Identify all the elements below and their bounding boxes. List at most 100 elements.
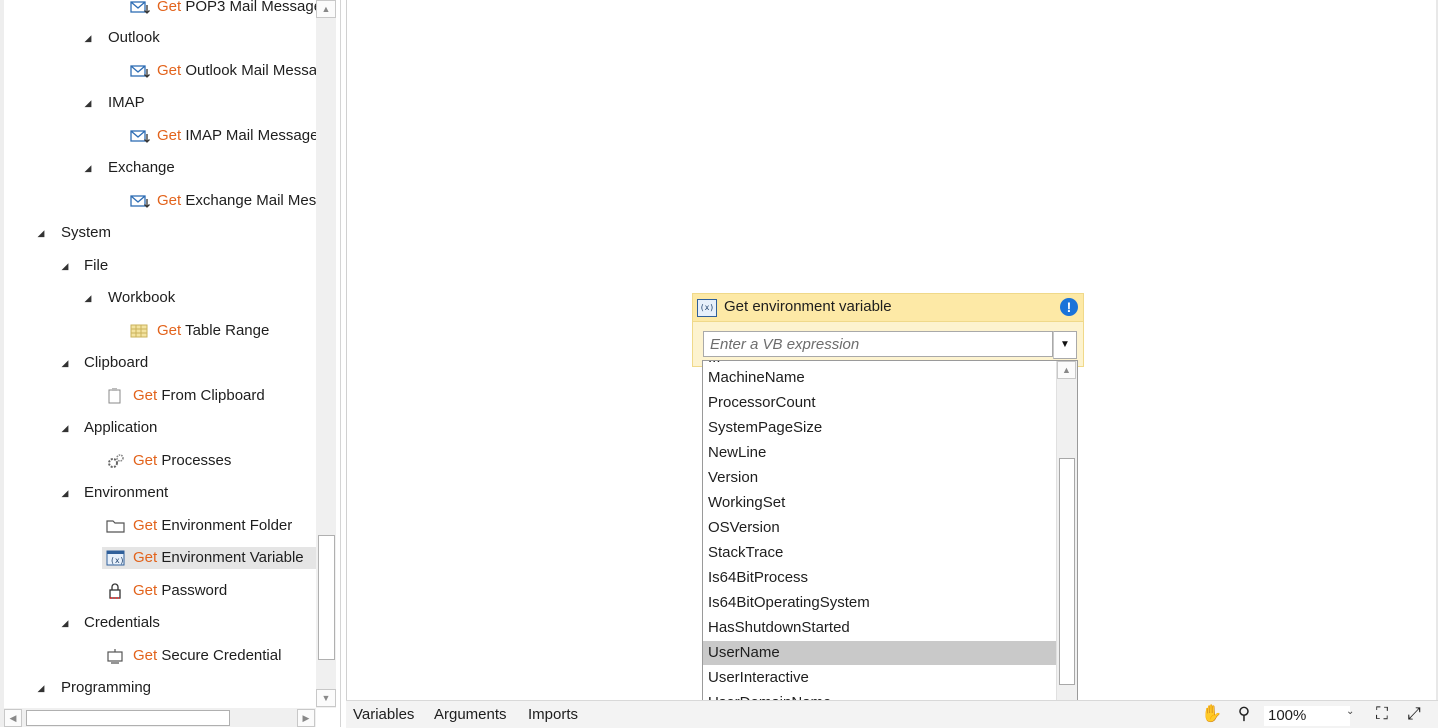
clipboard-icon — [106, 388, 126, 404]
expression-dropdown-button[interactable]: ▼ — [1053, 331, 1077, 359]
tree-item-text: Environment Variable — [161, 549, 304, 566]
tab-imports[interactable]: Imports — [528, 706, 578, 723]
tree-group-imap[interactable]: ◢ IMAP — [4, 92, 316, 114]
magnifier-icon[interactable]: ⚲ — [1234, 704, 1254, 724]
scroll-thumb[interactable] — [26, 710, 230, 726]
tree-item[interactable]: Get Exchange Mail Mess — [4, 190, 316, 212]
suggestion-item[interactable]: Version — [703, 466, 1056, 490]
tree-item-label: Get Password — [133, 580, 227, 602]
scroll-up-button[interactable]: ▲ — [316, 0, 336, 18]
suggestion-item[interactable]: ProcessorCount — [703, 391, 1056, 415]
mail-download-icon — [130, 63, 150, 79]
tree-item-label: Clipboard — [84, 354, 149, 371]
tree-item[interactable]: Get Secure Credential — [4, 645, 316, 667]
tree-item-label: Get Outlook Mail Messa — [157, 60, 316, 82]
scroll-thumb[interactable] — [1059, 458, 1075, 685]
activities-tree: Get POP3 Mail Messages ◢ Outlook Get Outloo… — [4, 0, 316, 708]
get-prefix: Get — [133, 582, 158, 599]
tree-item-label: Get Processes — [133, 450, 231, 472]
tree-item-label: Get Secure Credential — [133, 645, 281, 667]
tree-item-text: Table Range — [185, 322, 270, 339]
tree-item[interactable]: Get Password — [4, 580, 316, 602]
zoom-level-select[interactable]: 100% — [1264, 706, 1350, 726]
hand-pan-icon[interactable]: ✋ — [1201, 704, 1222, 724]
suggestion-item[interactable]: MachineName — [703, 366, 1056, 390]
tree-group-file[interactable]: ◢ File — [4, 255, 316, 277]
get-prefix: Get — [157, 192, 182, 209]
fullscreen-icon[interactable]: ⤢ — [1404, 704, 1424, 724]
tab-arguments[interactable]: Arguments — [434, 706, 507, 723]
vb-expression-input[interactable]: Enter a VB expression — [703, 331, 1053, 357]
collapse-caret-icon[interactable]: ◢ — [81, 287, 95, 309]
tree-group-workbook[interactable]: ◢ Workbook — [4, 287, 316, 309]
tree-item[interactable]: (x) Get Environment Variable — [102, 547, 316, 569]
validation-warning-icon[interactable]: ! — [1060, 298, 1078, 316]
tree-item-text: IMAP Mail Messages — [185, 127, 316, 144]
tree-item-label: Get Table Range — [157, 320, 269, 342]
chevron-down-icon[interactable]: ⌄ — [1346, 706, 1354, 717]
collapse-caret-icon[interactable]: ◢ — [81, 92, 95, 114]
fit-to-screen-icon[interactable]: ⛶ — [1372, 704, 1392, 724]
tree-item[interactable]: Get From Clipboard — [4, 385, 316, 407]
activities-panel: Get POP3 Mail Messages ◢ Outlook Get Outloo… — [0, 0, 341, 727]
suggestion-item[interactable]: SystemPageSize — [703, 416, 1056, 440]
tree-item-label: Credentials — [84, 614, 160, 631]
suggestion-item[interactable]: HasShutdownStarted — [703, 616, 1056, 640]
suggestion-item[interactable]: StackTrace — [703, 541, 1056, 565]
tree-item-label: Programming — [61, 679, 152, 696]
tree-item[interactable]: Get IMAP Mail Messages — [4, 125, 316, 147]
tab-variables[interactable]: Variables — [353, 706, 414, 723]
collapse-caret-icon[interactable]: ◢ — [81, 27, 95, 49]
tree-group-application[interactable]: ◢ Application — [4, 417, 316, 439]
collapse-caret-icon[interactable]: ◢ — [58, 482, 72, 504]
collapse-caret-icon[interactable]: ◢ — [58, 352, 72, 374]
tree-item[interactable]: Get POP3 Mail Messages — [4, 0, 316, 18]
get-prefix: Get — [133, 387, 158, 404]
tree-group-programming[interactable]: ◢ Programming — [4, 677, 316, 699]
collapse-caret-icon[interactable]: ◢ — [34, 677, 48, 699]
get-environment-variable-activity[interactable]: (x) Get environment variable ! Enter a V… — [692, 293, 1084, 367]
collapse-caret-icon[interactable]: ◢ — [81, 157, 95, 179]
scroll-right-button[interactable]: ▶ — [297, 709, 315, 727]
tree-item-text: From Clipboard — [161, 387, 265, 404]
table-range-icon — [130, 323, 150, 339]
suggestion-item[interactable]: Is64BitOperatingSystem — [703, 591, 1056, 615]
tree-group-environment[interactable]: ◢ Environment — [4, 482, 316, 504]
expression-suggestion-list[interactable]: ... MachineNameProcessorCountSystemPageS… — [702, 360, 1078, 720]
tree-item-label: File — [84, 257, 109, 274]
get-prefix: Get — [133, 517, 158, 534]
collapse-caret-icon[interactable]: ◢ — [58, 612, 72, 634]
activity-header[interactable]: (x) Get environment variable ! — [693, 294, 1083, 322]
tree-group-credentials[interactable]: ◢ Credentials — [4, 612, 316, 634]
tree-group-outlook[interactable]: ◢ Outlook — [4, 27, 316, 49]
suggestion-item[interactable]: NewLine — [703, 441, 1056, 465]
activities-vertical-scrollbar[interactable]: ▲ ▼ — [316, 0, 336, 708]
suggestion-item[interactable]: UserName — [703, 641, 1056, 665]
suggestion-item[interactable]: WorkingSet — [703, 491, 1056, 515]
get-prefix: Get — [157, 0, 182, 15]
tree-item[interactable]: Get Environment Folder — [4, 515, 316, 537]
tree-group-system[interactable]: ◢ System — [4, 222, 316, 244]
scroll-thumb[interactable] — [318, 535, 335, 660]
collapse-caret-icon[interactable]: ◢ — [58, 417, 72, 439]
tree-item[interactable]: Get Table Range — [4, 320, 316, 342]
tree-group-clipboard[interactable]: ◢ Clipboard — [4, 352, 316, 374]
scroll-up-button[interactable]: ▲ — [1057, 361, 1076, 379]
suggestion-item[interactable]: OSVersion — [703, 516, 1056, 540]
scroll-down-button[interactable]: ▼ — [316, 689, 336, 707]
collapse-caret-icon[interactable]: ◢ — [34, 222, 48, 244]
tree-group-exchange[interactable]: ◢ Exchange — [4, 157, 316, 179]
tree-item[interactable]: Get Outlook Mail Messa — [4, 60, 316, 82]
suggestion-scrollbar[interactable]: ▲ ▼ — [1056, 361, 1077, 719]
scroll-left-button[interactable]: ◀ — [4, 709, 22, 727]
suggestion-item[interactable]: UserInteractive — [703, 666, 1056, 690]
tree-item-label: Get Environment Folder — [133, 515, 292, 537]
tree-item[interactable]: Get Processes — [4, 450, 316, 472]
activities-horizontal-scrollbar[interactable]: ◀ ▶ — [4, 708, 316, 727]
gears-icon — [106, 453, 126, 469]
suggestion-item[interactable]: Is64BitProcess — [703, 566, 1056, 590]
svg-text:(x): (x) — [110, 556, 124, 565]
collapse-caret-icon[interactable]: ◢ — [58, 255, 72, 277]
folder-icon — [106, 518, 126, 534]
tree-item-text: Processes — [161, 452, 232, 469]
